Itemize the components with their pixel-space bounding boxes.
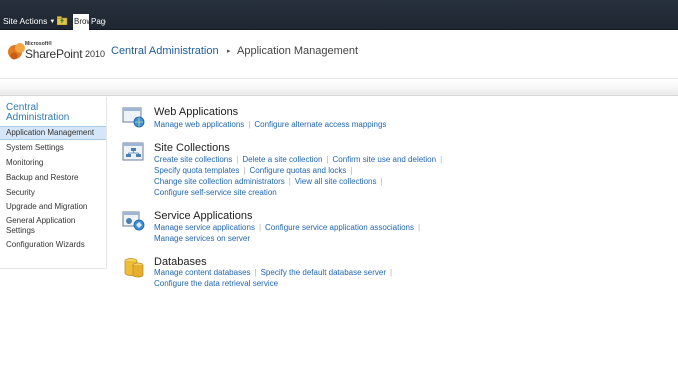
- configure-data-retrieval-service-link[interactable]: Configure the data retrieval service: [154, 279, 278, 288]
- link-divider: |: [380, 177, 383, 186]
- link-divider: |: [390, 268, 393, 277]
- breadcrumb-central-admin[interactable]: Central Administration: [111, 45, 219, 57]
- link-divider: |: [350, 166, 353, 175]
- nav-item-security[interactable]: Security: [0, 188, 106, 198]
- breadcrumb-separator-icon: ▸: [227, 48, 231, 55]
- link-divider: |: [248, 120, 251, 129]
- site-actions-menu[interactable]: Site Actions ▼: [3, 16, 55, 26]
- link-divider: |: [258, 223, 262, 232]
- nav-item-configuration-wizards[interactable]: Configuration Wizards: [0, 240, 106, 250]
- databases-title[interactable]: Databases: [154, 256, 207, 268]
- manage-service-applications-link[interactable]: Manage service applications: [154, 223, 255, 232]
- create-site-collections-link[interactable]: Create site collections: [154, 155, 232, 164]
- configure-self-service-site-creation-link[interactable]: Configure self-service site creation: [154, 188, 277, 197]
- databases-links-row-1: Manage content databases | Specify the def…: [154, 268, 396, 277]
- toolbar-band: [0, 80, 678, 96]
- web-applications-icon: [122, 107, 145, 128]
- view-all-site-collections-link[interactable]: View all site collections: [295, 177, 377, 186]
- configure-service-app-associations-link[interactable]: Configure service application associatio…: [265, 223, 414, 232]
- change-site-collection-admins-link[interactable]: Change site collection administrators: [154, 177, 285, 186]
- sharepoint-wordmark: SharePoint: [25, 47, 83, 61]
- site-collections-links-row-3: Change site collection administrators | Vi…: [154, 177, 387, 186]
- link-divider: |: [236, 155, 239, 164]
- nav-heading-central-admin[interactable]: Central Administration: [6, 103, 96, 123]
- tab-page[interactable]: Page: [90, 14, 106, 30]
- service-applications-icon: [122, 211, 145, 231]
- service-applications-title[interactable]: Service Applications: [154, 210, 252, 222]
- nav-item-application-management[interactable]: Application Management: [0, 126, 106, 140]
- link-divider: |: [418, 223, 421, 232]
- site-collections-title[interactable]: Site Collections: [154, 142, 230, 154]
- site-collections-links-row-1: Create site collections | Delete a site co…: [154, 155, 446, 164]
- title-area: Microsoft® SharePoint 2010 Central Admin…: [0, 31, 678, 79]
- link-divider: |: [326, 155, 329, 164]
- dropdown-arrow-icon: ▼: [49, 19, 56, 25]
- configure-alternate-access-mappings-link[interactable]: Configure alternate access mappings: [254, 120, 386, 129]
- web-applications-links: Manage web applications | Configure altern…: [154, 120, 386, 129]
- databases-icon: [124, 258, 144, 278]
- nav-item-upgrade-migration[interactable]: Upgrade and Migration: [0, 202, 106, 212]
- specify-quota-templates-link[interactable]: Specify quota templates: [154, 166, 239, 175]
- manage-content-databases-link[interactable]: Manage content databases: [154, 268, 251, 277]
- configure-quotas-locks-link[interactable]: Configure quotas and locks: [249, 166, 346, 175]
- manage-web-applications-link[interactable]: Manage web applications: [154, 120, 244, 129]
- nav-item-system-settings[interactable]: System Settings: [0, 143, 106, 153]
- web-applications-title[interactable]: Web Applications: [154, 106, 238, 118]
- specify-default-database-server-link[interactable]: Specify the default database server: [261, 268, 386, 277]
- link-divider: |: [288, 177, 291, 186]
- databases-links-row-2: Configure the data retrieval service: [154, 279, 278, 288]
- site-collections-icon: [122, 142, 144, 161]
- nav-item-monitoring[interactable]: Monitoring: [0, 158, 106, 168]
- nav-item-general-app-settings[interactable]: General Application Settings: [0, 216, 90, 235]
- manage-services-on-server-link[interactable]: Manage services on server: [154, 234, 250, 243]
- left-navigation: Central Administration Application Manag…: [0, 97, 107, 269]
- nav-item-backup-restore[interactable]: Backup and Restore: [0, 173, 106, 183]
- sharepoint-version: 2010: [85, 49, 106, 59]
- site-actions-label: Site Actions: [3, 16, 48, 26]
- link-divider: |: [440, 155, 443, 164]
- confirm-site-use-link[interactable]: Confirm site use and deletion: [332, 155, 436, 164]
- page-title: Application Management: [237, 45, 359, 57]
- navigate-up-icon[interactable]: [57, 15, 68, 25]
- tab-browse[interactable]: Browse: [73, 14, 89, 30]
- delete-site-collection-link[interactable]: Delete a site collection: [242, 155, 322, 164]
- ribbon-bar: Site Actions▼ Browse Page: [0, 0, 678, 30]
- service-applications-links-row-2: Manage services on server: [154, 234, 250, 243]
- site-collections-links-row-2: Specify quota templates | Configure quotas…: [154, 166, 357, 175]
- site-collections-links-row-4: Configure self-service site creation: [154, 188, 277, 197]
- service-applications-links-row-1: Manage service applications | Configure se…: [154, 223, 424, 232]
- link-divider: |: [254, 268, 257, 277]
- link-divider: |: [243, 166, 246, 175]
